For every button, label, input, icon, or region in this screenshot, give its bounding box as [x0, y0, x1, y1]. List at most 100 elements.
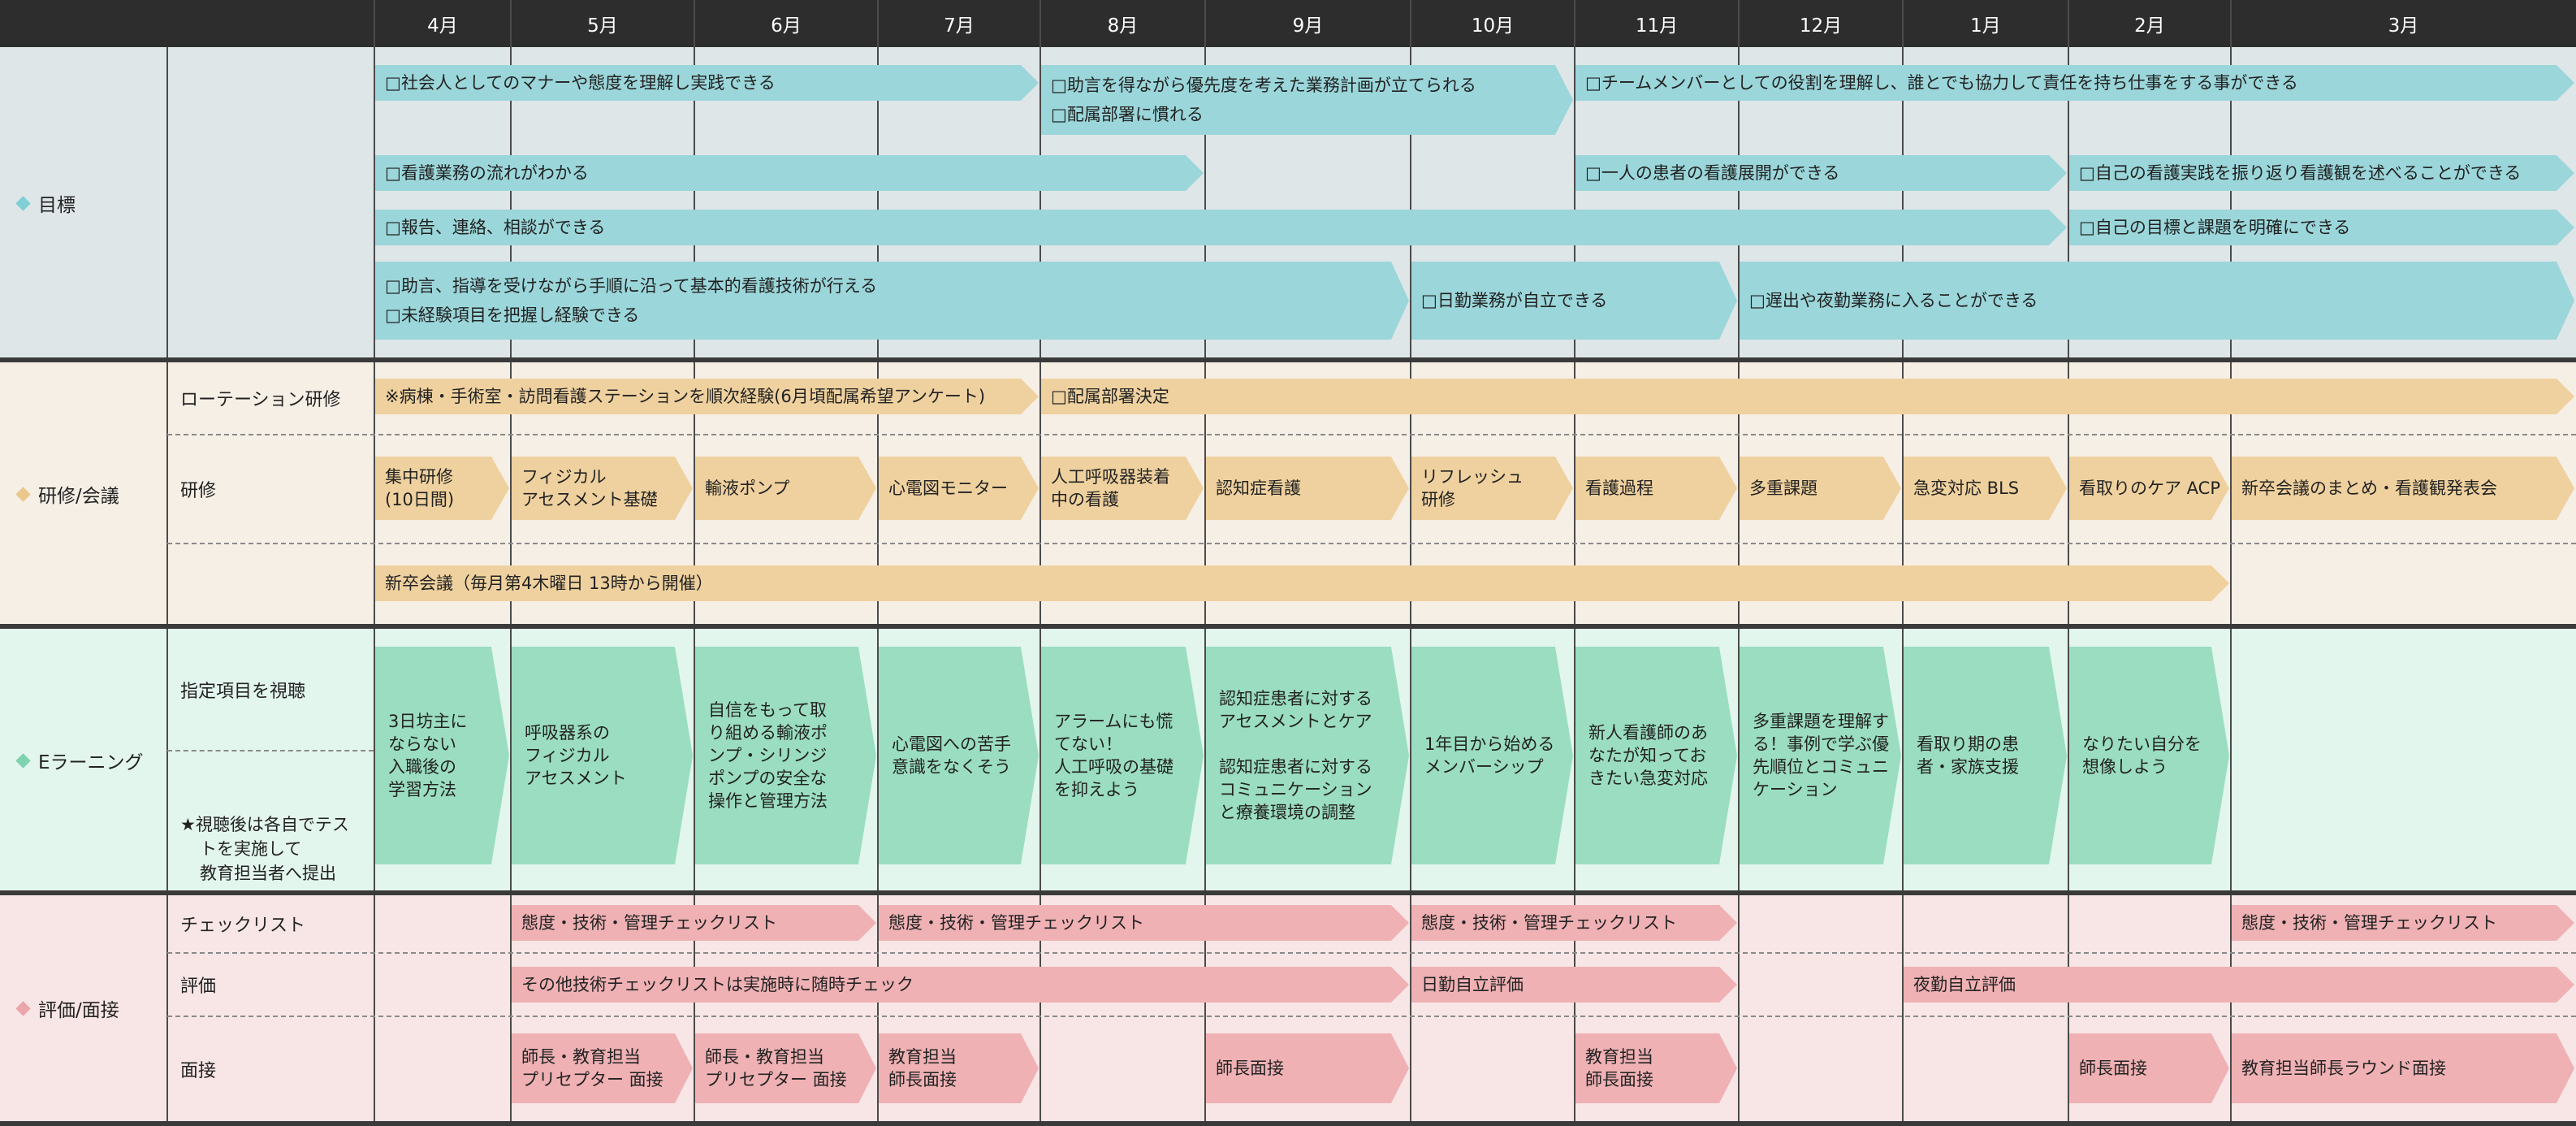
goal-bar-text: □助言、指導を受けながら手順に沿って基本的看護技術が行える [385, 276, 878, 296]
interview-bar-text: 師長面接 [1585, 1070, 1653, 1089]
checklist-bar-text: 態度・技術・管理チェックリスト [888, 913, 1144, 933]
elearning-item: 3日坊主に ならない 入職後の 学習方法 [375, 647, 509, 864]
interview-bar-text: プリセプター 面接 [521, 1070, 663, 1089]
goal-bar: □自己の目標と課題を明確にできる [2069, 210, 2574, 245]
goal-bar: □看護業務の流れがわかる [375, 155, 1204, 191]
interview-bar-text: 師長面接 [1216, 1059, 1284, 1078]
interview-bar-text: 師長面接 [2079, 1059, 2147, 1078]
elearning-item: 1年目から始める メンバーシップ [1411, 647, 1573, 864]
elearning-item: 認知症患者に対する アセスメントとケア 認知症患者に対する コミュニケーション と療養環… [1206, 647, 1409, 864]
training-course-bar: 新卒会議のまとめ・看護観発表会 [2232, 457, 2574, 520]
training-course-bar-text: 人工呼吸器装着 [1051, 467, 1170, 487]
checklist-bar: 態度・技術・管理チェックリスト [1411, 905, 1737, 941]
row-divider [167, 434, 2576, 435]
elearning-item: なりたい自分を 想像しよう [2069, 647, 2229, 864]
training-course-bar-text: 急変対応 BLS [1913, 479, 2020, 498]
checklist-bar: 態度・技術・管理チェックリスト [879, 905, 1409, 941]
goal-bar-text: □社会人としてのマナーや態度を理解し実践できる [385, 73, 776, 93]
elearning-label: Eラーニング [38, 752, 144, 773]
training-course-bar-text: 心電図モニター [888, 479, 1008, 498]
month-header-cell: 9月 [1292, 15, 1324, 37]
elearning-item-text: と療養環境の調整 [1219, 803, 1355, 822]
checklist-bar: 態度・技術・管理チェックリスト [512, 905, 876, 941]
training-course-bar-text: 認知症看護 [1216, 479, 1301, 498]
month-header-cell: 2月 [2134, 15, 2165, 37]
evaluation-label: 評価/面接 [38, 1000, 119, 1021]
elearning-item-text: 1年目から始める [1424, 734, 1555, 754]
elearning-item-text: なりたい自分を [2082, 734, 2202, 754]
goal-bar: □報告、連絡、相談ができる [375, 210, 2067, 245]
training-course-bar-text: 研修 [1421, 490, 1455, 509]
month-column-divider [374, 0, 375, 1126]
elearning-item-text: 認知症患者に対する [1219, 757, 1372, 777]
goal-bar-text: □配属部署に慣れる [1051, 105, 1204, 124]
row-divider [167, 952, 2576, 954]
elearning-item-text [1219, 733, 1383, 756]
elearning-item-text: メンバーシップ [1424, 757, 1544, 777]
goal-bar-text: □一人の患者の看護展開ができる [1585, 163, 1840, 183]
new-grad-meeting-bar-text: 新卒会議（毎月第4木曜日 13時から開催） [385, 574, 713, 593]
elearning-note: ★視聴後は各自でテス トを実施して 教育担当者へ提出 [180, 812, 369, 886]
goal-bar-text: □遅出や夜勤業務に入ることができる [1749, 291, 2038, 310]
interview-bar-text: 教育担当 [888, 1047, 957, 1067]
elearning-item-text: きたい急変対応 [1588, 769, 1708, 788]
eval-row-label: 評価 [180, 977, 217, 997]
interview-bar-text: プリセプター 面接 [705, 1070, 847, 1089]
rotation-bar: □配属部署決定 [1041, 379, 2574, 414]
section-divider-training [0, 357, 2576, 362]
diamond-icon [15, 1000, 31, 1016]
training-course-bar: 認知症看護 [1206, 457, 1409, 520]
elearning-item-text: 3日坊主に [388, 712, 468, 731]
goal-bar: □社会人としてのマナーや態度を理解し実践できる [375, 65, 1039, 101]
elearning-item-text: なたが知ってお [1588, 746, 1707, 765]
rotation-row-label: ローテーション研修 [180, 390, 341, 410]
elearning-item-text: ポンプの安全な [708, 769, 828, 788]
diamond-icon [15, 486, 31, 502]
evaluation-bar: その他技術チェックリストは実施時に随時チェック [512, 967, 1409, 1003]
training-course-bar: 看護過程 [1575, 457, 1737, 520]
interview-bar: 師長面接 [2069, 1033, 2229, 1103]
interview-bar-text: 師長・教育担当 [521, 1047, 641, 1067]
month-header-cell: 12月 [1799, 15, 1843, 37]
goal-bar-text: □報告、連絡、相談ができる [385, 218, 606, 237]
goal-bar-text: □助言を得ながら優先度を考えた業務計画が立てられる [1051, 76, 1476, 95]
goal-bar-text: □日勤業務が自立できる [1421, 291, 1608, 310]
month-header-cell: 4月 [427, 15, 458, 37]
elearning-item-text: 呼吸器系の [525, 723, 610, 743]
elearning-item-text: 新人看護師のあ [1588, 723, 1708, 743]
elearning-item-text: 意識をなくそう [892, 757, 1011, 777]
interview-bar-text: 師長面接 [888, 1070, 957, 1089]
elearning-item-text: 看取り期の患 [1917, 734, 2019, 754]
training-course-bar: 心電図モニター [879, 457, 1039, 520]
training-course-bar: 集中研修 (10日間) [375, 457, 509, 520]
training-course-bar-text: 中の看護 [1051, 490, 1119, 509]
month-column-divider [1574, 0, 1575, 1126]
goal-bar: □助言を得ながら優先度を考えた業務計画が立てられる □配属部署に慣れる [1041, 65, 1573, 135]
elearning-item: 看取り期の患 者・家族支援 [1904, 647, 2067, 864]
elearning-item-text: 想像しよう [2082, 757, 2168, 777]
interview-bar: 師長・教育担当プリセプター 面接 [512, 1033, 693, 1103]
goals-label: 目標 [38, 195, 76, 216]
goals-category: 目標 [0, 47, 167, 359]
goal-bar-text: □自己の目標と課題を明確にできる [2079, 218, 2351, 237]
elearning-item: アラームにも慌 てない！ 人工呼吸の基礎 を抑えよう [1041, 647, 1204, 864]
evaluation-bar-text: その他技術チェックリストは実施時に随時チェック [521, 975, 914, 994]
rotation-bar: ※病棟・手術室・訪問看護ステーションを順次経験(6月頃配属希望アンケート) [375, 379, 1039, 414]
goal-bar-text: □自己の看護実践を振り返り看護観を述べることができる [2079, 163, 2522, 183]
checklist-bar-text: 態度・技術・管理チェックリスト [521, 913, 777, 933]
elearning-item-text: 学習方法 [388, 780, 456, 799]
goal-bar: □助言、指導を受けながら手順に沿って基本的看護技術が行える □未経験項目を把握し経… [375, 262, 1409, 340]
elearning-view-label: 指定項目を視聴 [180, 682, 306, 702]
checklist-bar: 態度・技術・管理チェックリスト [2232, 905, 2574, 941]
goal-bar: □チームメンバーとしての役割を理解し、誰とでも協力して責任を持ち仕事をする事がで… [1575, 65, 2574, 101]
checklist-row-label: チェックリスト [180, 916, 306, 936]
interview-bar: 教育担当師長ラウンド面接 [2232, 1033, 2574, 1103]
elearning-item-text: る！事例で学ぶ優 [1753, 734, 1889, 754]
interview-bar: 教育担当 師長面接 [879, 1033, 1039, 1103]
table-bottom-border [0, 1121, 2576, 1126]
interview-bar-text: 師長・教育担当 [705, 1047, 824, 1067]
goal-bar: □遅出や夜勤業務に入ることができる [1740, 262, 2574, 340]
elearning-item-text: 認知症患者に対する [1219, 689, 1372, 708]
diamond-icon [15, 752, 31, 769]
elearning-item: 自信をもって取 り組める輸液ポ ンプ・シリンジ ポンプの安全な 操作と管理方法 [695, 647, 876, 864]
